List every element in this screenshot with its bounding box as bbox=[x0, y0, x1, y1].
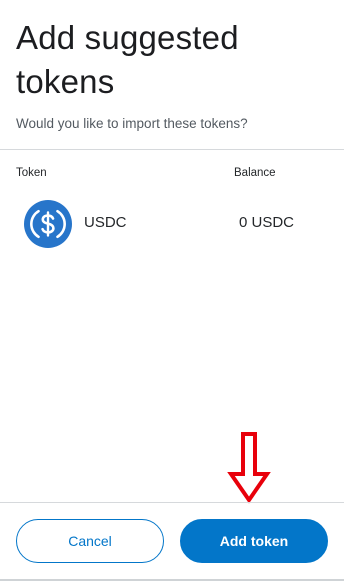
divider-top bbox=[0, 149, 344, 150]
down-arrow-annotation-icon bbox=[227, 432, 271, 504]
page-title: Add suggested tokens bbox=[16, 19, 239, 100]
token-balance: 0 USDC bbox=[239, 214, 295, 231]
token-row: USDC 0 USDC bbox=[0, 197, 344, 249]
token-symbol: USDC bbox=[84, 214, 127, 231]
usdc-icon bbox=[24, 200, 72, 248]
divider-bottom bbox=[0, 502, 344, 503]
bottom-edge bbox=[0, 579, 344, 581]
add-token-button[interactable]: Add token bbox=[180, 519, 328, 563]
column-header-balance: Balance bbox=[234, 167, 276, 179]
cancel-button[interactable]: Cancel bbox=[16, 519, 164, 563]
page-subtitle: Would you like to import these tokens? bbox=[16, 116, 248, 131]
column-header-token: Token bbox=[16, 167, 47, 179]
